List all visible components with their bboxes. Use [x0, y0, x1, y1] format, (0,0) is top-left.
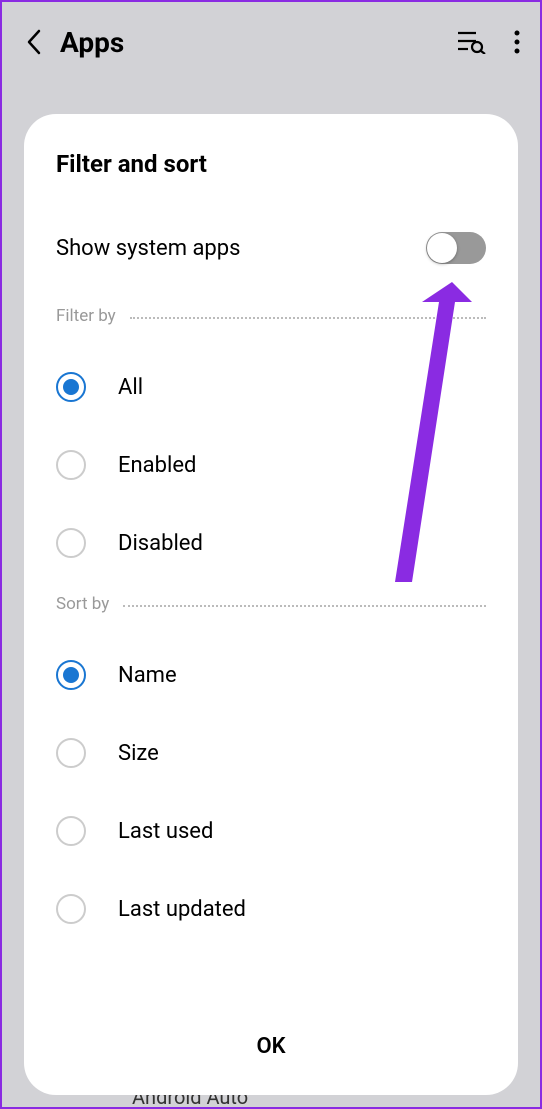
option-label: Last used	[118, 819, 213, 844]
filter-option-all[interactable]: All	[24, 348, 518, 426]
sort-section-header: Sort by	[24, 594, 518, 614]
filter-section-header: Filter by	[24, 306, 518, 326]
option-label: Name	[118, 663, 177, 688]
toggle-knob	[427, 233, 457, 263]
radio-icon	[56, 894, 86, 924]
divider	[123, 605, 486, 607]
back-icon[interactable]	[22, 30, 46, 54]
filter-option-disabled[interactable]: Disabled	[24, 504, 518, 582]
page-title: Apps	[60, 26, 458, 59]
search-filter-icon[interactable]	[458, 30, 486, 54]
option-label: Size	[118, 741, 159, 766]
ok-button[interactable]: OK	[24, 1004, 518, 1095]
option-label: Enabled	[118, 453, 196, 478]
show-system-apps-toggle[interactable]	[426, 232, 486, 264]
radio-icon	[56, 660, 86, 690]
more-icon[interactable]	[514, 30, 520, 54]
radio-icon	[56, 528, 86, 558]
option-label: Last updated	[118, 897, 246, 922]
radio-icon	[56, 738, 86, 768]
header-bar: Apps	[2, 2, 540, 82]
radio-icon	[56, 816, 86, 846]
option-label: All	[118, 375, 143, 400]
sort-option-last-used[interactable]: Last used	[24, 792, 518, 870]
sort-option-last-updated[interactable]: Last updated	[24, 870, 518, 948]
sort-option-name[interactable]: Name	[24, 636, 518, 714]
toggle-label: Show system apps	[56, 236, 240, 261]
sort-section-label: Sort by	[56, 594, 109, 614]
divider	[130, 317, 486, 319]
filter-section-label: Filter by	[56, 306, 116, 326]
radio-icon	[56, 450, 86, 480]
option-label: Disabled	[118, 531, 203, 556]
radio-icon	[56, 372, 86, 402]
filter-sort-modal: Filter and sort Show system apps Filter …	[24, 114, 518, 1095]
filter-option-enabled[interactable]: Enabled	[24, 426, 518, 504]
sort-option-size[interactable]: Size	[24, 714, 518, 792]
header-actions	[458, 30, 520, 54]
modal-title: Filter and sort	[24, 150, 518, 178]
show-system-apps-row[interactable]: Show system apps	[24, 232, 518, 264]
